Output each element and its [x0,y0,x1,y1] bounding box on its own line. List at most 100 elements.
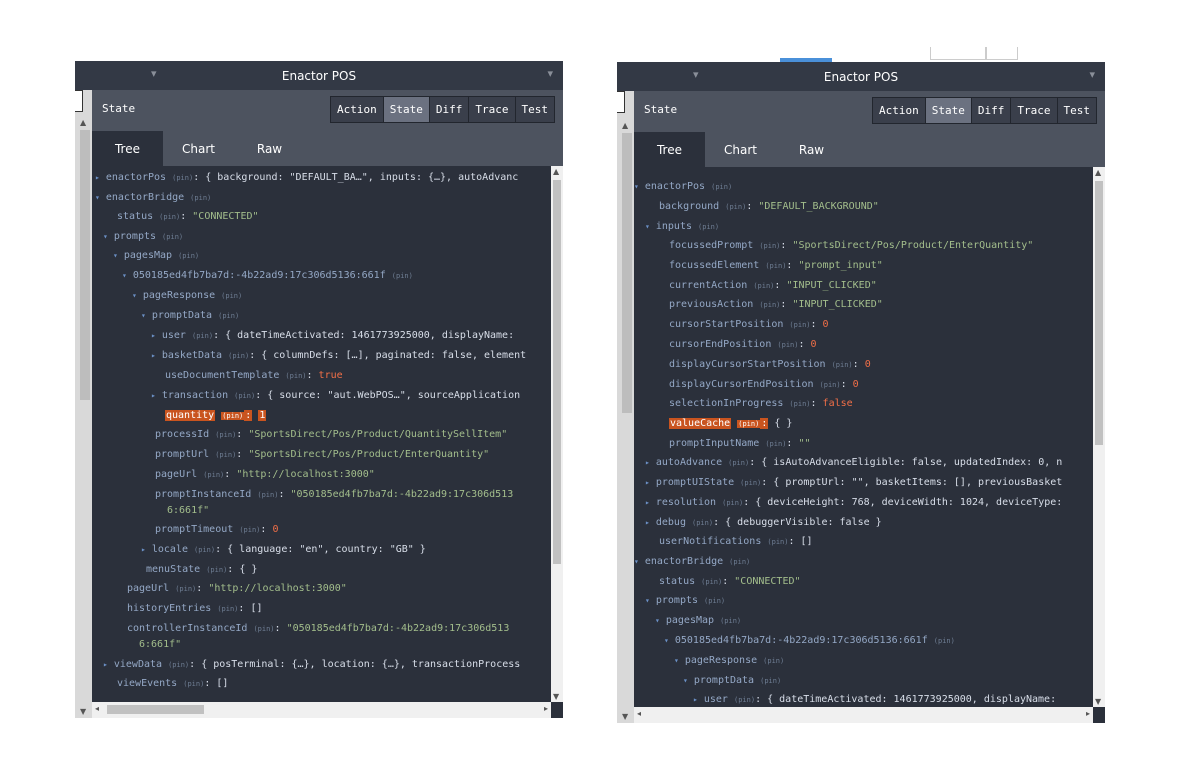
tree-node[interactable]: ▸ viewData (pin): { posTerminal: {…}, lo… [103,659,520,670]
tree-node[interactable]: status (pin): "CONNECTED" [659,576,801,587]
chevron-down-icon[interactable]: ▾ [547,67,553,80]
tree-node[interactable]: controllerInstanceId (pin): "050185ed4fb… [127,623,509,634]
horizontal-scrollbar[interactable]: ◂ ▸ [92,702,551,718]
scroll-left-icon[interactable]: ◂ [95,704,99,713]
arrow-down-icon[interactable]: ▾ [655,616,660,625]
scroll-thumb[interactable] [553,180,561,564]
vertical-scrollbar[interactable]: ▲ ▼ [1093,167,1105,707]
action-button[interactable]: Action [331,97,383,122]
tree-node[interactable]: pageUrl (pin): "http://localhost:3000" [155,469,375,480]
scroll-right-icon[interactable]: ▸ [1086,709,1090,718]
tree-node[interactable]: ▸ basketData (pin): { columnDefs: […], p… [151,350,526,361]
tree-node[interactable]: ▸ resolution (pin): { deviceHeight: 768,… [645,497,1062,508]
tree-node[interactable]: background (pin): "DEFAULT_BACKGROUND" [659,201,879,212]
arrow-down-icon[interactable]: ▾ [141,311,146,320]
arrow-down-icon[interactable]: ▾ [122,271,127,280]
arrow-right-icon[interactable]: ▸ [645,458,650,467]
arrow-right-icon[interactable]: ▸ [693,695,698,704]
tree-node[interactable]: ▾ promptData (pin) [683,675,781,686]
tree-node[interactable]: useDocumentTemplate (pin): true [165,370,343,381]
diff-button[interactable]: Diff [970,98,1011,123]
scroll-right-icon[interactable]: ▸ [544,704,548,713]
tree-node[interactable]: viewEvents (pin): [] [117,678,228,689]
tree-node-highlighted[interactable]: valueCache (pin): { } [669,418,792,429]
tree-node[interactable]: ▾ pageResponse (pin) [674,655,784,666]
diff-button[interactable]: Diff [428,97,469,122]
tree-node[interactable]: ▾ promptData (pin) [141,310,239,321]
tree-node[interactable]: ▾ enactorBridge (pin) [95,192,211,203]
tree-node[interactable]: ▾ enactorBridge (pin) [634,556,750,567]
arrow-down-icon[interactable]: ▾ [634,182,639,191]
tree-node[interactable]: processId (pin): "SportsDirect/Pos/Produ… [155,429,507,440]
tab-raw[interactable]: Raw [234,131,305,166]
tree-node[interactable]: ▾ prompts (pin) [103,231,183,242]
scroll-thumb[interactable] [80,130,90,400]
tree-node[interactable]: cursorStartPosition (pin): 0 [669,319,829,330]
arrow-down-icon[interactable]: ▾ [683,676,688,685]
tree-node[interactable]: cursorEndPosition (pin): 0 [669,339,817,350]
tree-node[interactable]: ▸ promptUIState (pin): { promptUrl: "", … [645,477,1062,488]
tree-node[interactable]: historyEntries (pin): [] [127,603,263,614]
arrow-down-icon[interactable]: ▾ [674,656,679,665]
trace-button[interactable]: Trace [468,97,515,122]
test-button[interactable]: Test [514,97,554,122]
tree-node[interactable]: ▸ autoAdvance (pin): { isAutoAdvanceElig… [645,457,1062,468]
tree-node-highlighted[interactable]: quantity (pin): 1 [165,410,267,421]
tree-node[interactable]: ▾ 050185ed4fb7ba7d:-4b22ad9:17c306d5136:… [122,270,413,281]
tree-node[interactable]: focussedPrompt (pin): "SportsDirect/Pos/… [669,240,1033,251]
arrow-right-icon[interactable]: ▸ [645,478,650,487]
tree-node[interactable]: status (pin): "CONNECTED" [117,211,259,222]
scroll-thumb[interactable] [107,705,204,714]
tab-tree[interactable]: Tree [92,131,163,166]
scroll-up-icon[interactable]: ▲ [622,121,628,130]
arrow-right-icon[interactable]: ▸ [151,351,156,360]
scroll-down-icon[interactable]: ▼ [1095,697,1101,706]
tree-node[interactable]: selectionInProgress (pin): false [669,398,853,409]
arrow-right-icon[interactable]: ▸ [141,545,146,554]
tree-node[interactable]: userNotifications (pin): [] [659,536,813,547]
arrow-right-icon[interactable]: ▸ [95,173,100,182]
tree-node[interactable]: ▾ inputs (pin) [645,221,719,232]
test-button[interactable]: Test [1056,98,1096,123]
trace-button[interactable]: Trace [1010,98,1057,123]
tree-node[interactable]: ▾ prompts (pin) [645,595,725,606]
state-button[interactable]: State [924,98,971,123]
arrow-right-icon[interactable]: ▸ [645,498,650,507]
scroll-thumb[interactable] [1095,181,1103,445]
chevron-down-icon[interactable]: ▾ [1089,68,1095,81]
tab-raw[interactable]: Raw [776,132,847,167]
scroll-down-icon[interactable]: ▼ [80,707,86,716]
side-scrollbar[interactable]: ▲ ▼ [617,91,634,723]
tree-node[interactable]: promptInputName (pin): "" [669,438,811,449]
tree-node[interactable]: ▸ debug (pin): { debuggerVisible: false … [645,517,882,528]
tree-node[interactable]: ▸ user (pin): { dateTimeActivated: 14617… [693,694,1056,705]
scroll-up-icon[interactable]: ▲ [553,167,559,176]
tree-node[interactable]: ▾ pageResponse (pin) [132,290,242,301]
action-button[interactable]: Action [873,98,925,123]
tab-tree[interactable]: Tree [634,132,705,167]
tree-node[interactable]: ▸ enactorPos (pin): { background: "DEFAU… [95,172,518,183]
tree-node[interactable]: ▸ transaction (pin): { source: "aut.WebP… [151,390,520,401]
tree-node[interactable]: previousAction (pin): "INPUT_CLICKED" [669,299,883,310]
arrow-down-icon[interactable]: ▾ [113,251,118,260]
scroll-left-icon[interactable]: ◂ [637,709,641,718]
tree-node[interactable]: promptInstanceId (pin): "050185ed4fb7ba7… [155,489,513,500]
tree-node[interactable]: displayCursorStartPosition (pin): 0 [669,359,871,370]
state-button[interactable]: State [382,97,429,122]
scroll-up-icon[interactable]: ▲ [1095,168,1101,177]
arrow-down-icon[interactable]: ▾ [664,636,669,645]
scroll-thumb[interactable] [622,133,632,413]
scroll-down-icon[interactable]: ▼ [553,692,559,701]
arrow-down-icon[interactable]: ▾ [645,596,650,605]
scroll-down-icon[interactable]: ▼ [622,712,628,721]
arrow-right-icon[interactable]: ▸ [151,391,156,400]
scroll-up-icon[interactable]: ▲ [80,118,86,127]
arrow-down-icon[interactable]: ▾ [645,222,650,231]
arrow-down-icon[interactable]: ▾ [103,232,108,241]
arrow-right-icon[interactable]: ▸ [103,660,108,669]
tree-node[interactable]: ▸ user (pin): { dateTimeActivated: 14617… [151,330,514,341]
tree-node[interactable]: promptUrl (pin): "SportsDirect/Pos/Produ… [155,449,489,460]
arrow-down-icon[interactable]: ▾ [95,193,100,202]
tree-node[interactable]: ▸ locale (pin): { language: "en", countr… [141,544,426,555]
arrow-right-icon[interactable]: ▸ [645,518,650,527]
